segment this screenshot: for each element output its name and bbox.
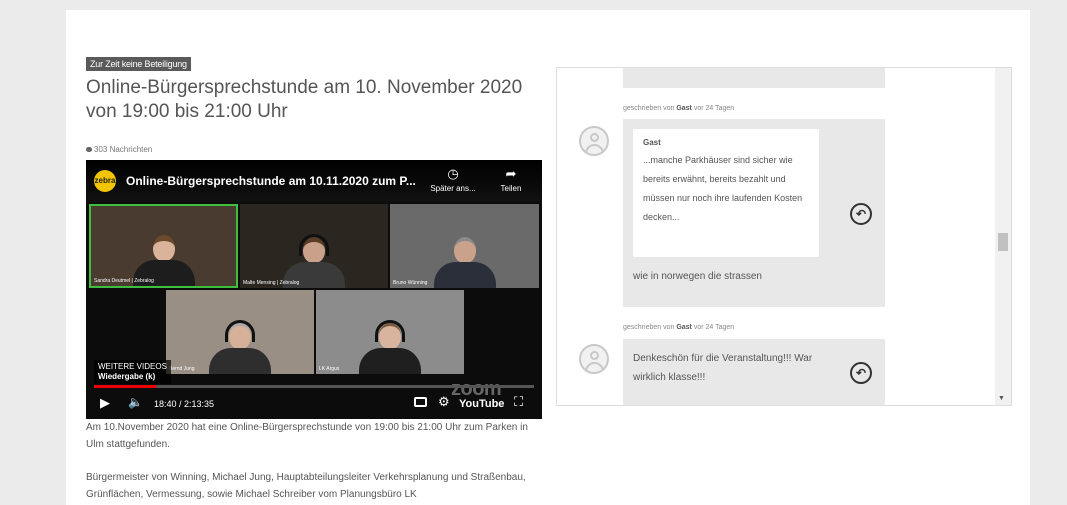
participant-tile: LK Argus	[316, 290, 464, 374]
quote-text: ...manche Parkhäuser sind sicher wie ber…	[643, 155, 803, 222]
comment-bubble: Gast ...manche Parkhäuser sind sicher wi…	[623, 119, 885, 307]
comment-bubble-partial	[623, 68, 885, 88]
participant-tile: Malte Mensing | Zebralog	[240, 204, 388, 288]
user-avatar-icon	[579, 126, 609, 156]
participant-name: Sandra Deutmel | Zebralog	[94, 278, 154, 284]
comment-meta: geschrieben von Gast vor 24 Tagen	[623, 324, 735, 331]
scroll-down-arrow-icon[interactable]: ▼	[998, 395, 1005, 402]
page-title: Online-Bürgersprechstunde am 10. Novembe…	[86, 77, 523, 122]
messages-count[interactable]: 303 Nachrichten	[86, 145, 152, 154]
playback-hint: Wiedergabe (k)	[98, 372, 156, 381]
subtitles-icon[interactable]	[414, 397, 427, 407]
play-icon[interactable]: ▶	[100, 395, 110, 411]
share-label: Teilen	[500, 184, 522, 193]
messages-count-label: 303 Nachrichten	[94, 145, 153, 154]
watch-later-label: Später ans...	[430, 184, 476, 193]
comment-bubble: Denkeschön für die Veranstaltung!!! War …	[623, 339, 885, 405]
time-display: 18:40 / 2:13:35	[154, 399, 215, 409]
progress-bar[interactable]	[94, 385, 534, 388]
participant-tile: Bruno Wünning	[390, 204, 539, 288]
more-videos-overlay[interactable]: WEITERE VIDEOS Wiedergabe (k)	[94, 360, 171, 384]
speech-bubble-icon	[86, 147, 92, 152]
comment-meta: geschrieben von Gast vor 24 Tagen	[623, 105, 735, 112]
body-paragraph: Bürgermeister von Winning, Michael Jung,…	[86, 472, 526, 500]
video-header: zebra Online-Bürgersprechstunde am 10.11…	[86, 160, 542, 202]
reply-icon[interactable]: ↶	[850, 362, 872, 384]
more-videos-label: WEITERE VIDEOS	[98, 362, 167, 371]
user-avatar-icon	[579, 344, 609, 374]
video-player[interactable]: Sandra Deutmel | Zebralog Malte Mensing …	[86, 160, 542, 419]
fullscreen-icon[interactable]: ⛶	[514, 394, 523, 410]
participant-name: LK Argus	[319, 366, 340, 372]
body-paragraph: Am 10.November 2020 hat eine Online-Bürg…	[86, 422, 528, 450]
comment-author: Gast	[676, 324, 692, 331]
scrollbar-thumb[interactable]	[998, 233, 1008, 251]
comments-panel[interactable]: geschrieben von Gast vor 24 Tagen Gast .…	[556, 67, 1012, 406]
participant-name: Bruno Wünning	[393, 280, 428, 286]
video-controls: ▶ 🔈 18:40 / 2:13:35 ⚙ YouTube ⛶	[86, 392, 542, 419]
participant-name: Bernd Jung	[169, 366, 195, 372]
participant-figure	[433, 237, 496, 288]
quote-author: Gast	[643, 138, 661, 147]
share-arrow-icon: ➦	[505, 166, 517, 181]
comment-text: wie in norwegen die strassen	[633, 271, 762, 282]
quoted-comment: Gast ...manche Parkhäuser sind sicher wi…	[633, 129, 819, 257]
status-badge: Zur Zeit keine Beteiligung	[86, 57, 191, 71]
participant-name: Malte Mensing | Zebralog	[243, 280, 300, 286]
progress-fill	[94, 385, 156, 388]
channel-logo[interactable]: zebra	[94, 170, 116, 192]
watch-later-button[interactable]: ◷ Später ans...	[425, 166, 481, 193]
participant-tile: Sandra Deutmel | Zebralog	[89, 204, 238, 288]
comment-text: Denkeschön für die Veranstaltung!!! War …	[633, 353, 813, 383]
participant-tile: Bernd Jung	[166, 290, 314, 374]
clock-icon: ◷	[447, 166, 459, 181]
comment-author: Gast	[676, 105, 692, 112]
comments-scrollbar[interactable]: ▼	[995, 68, 1011, 405]
volume-icon[interactable]: 🔈	[128, 395, 143, 409]
participant-figure	[209, 320, 271, 374]
settings-gear-icon[interactable]: ⚙	[438, 394, 450, 410]
share-button[interactable]: ➦ Teilen	[491, 166, 531, 193]
video-title[interactable]: Online-Bürgersprechstunde am 10.11.2020 …	[126, 174, 416, 188]
reply-icon[interactable]: ↶	[850, 203, 872, 225]
youtube-logo[interactable]: YouTube	[459, 398, 504, 410]
participant-figure	[359, 320, 421, 374]
